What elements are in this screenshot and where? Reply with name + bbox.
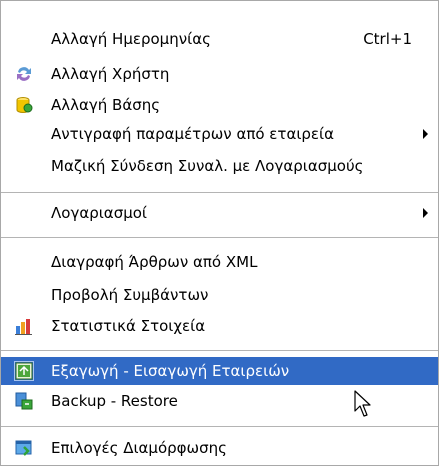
menu-item-export-import[interactable]: Εξαγωγή - Εισαγωγή Εταιρειών bbox=[1, 357, 438, 385]
menu-item-accounts[interactable]: Λογαριασμοί bbox=[1, 199, 438, 227]
context-menu: Αλλαγή Ημερομηνίας Ctrl+1 Αλλαγή Χρήστη … bbox=[0, 0, 439, 466]
menu-item-label: Εξαγωγή - Εισαγωγή Εταιρειών bbox=[51, 362, 290, 380]
menu-item-label: Αλλαγή Βάσης bbox=[51, 96, 161, 114]
export-import-icon bbox=[14, 361, 34, 381]
menu-separator bbox=[1, 192, 438, 193]
menu-item-label: Backup - Restore bbox=[51, 392, 178, 410]
menu-item-delete-xml[interactable]: Διαγραφή Άρθρων από XML bbox=[1, 248, 438, 276]
menu-separator bbox=[1, 426, 438, 427]
menu-separator bbox=[1, 350, 438, 351]
menu-item-label: Στατιστικά Στοιχεία bbox=[51, 317, 206, 335]
menu-item-view-events[interactable]: Προβολή Συμβάντων bbox=[1, 281, 438, 309]
statistics-icon bbox=[15, 319, 32, 335]
mouse-cursor-icon bbox=[354, 390, 371, 417]
submenu-arrow-icon bbox=[423, 208, 428, 218]
menu-item-label: Λογαριασμοί bbox=[51, 204, 147, 222]
menu-item-change-date[interactable]: Αλλαγή Ημερομηνίας Ctrl+1 bbox=[1, 25, 438, 53]
shortcut-label: Ctrl+1 bbox=[363, 30, 412, 48]
menu-item-configuration-options[interactable]: Επιλογές Διαμόρφωσης bbox=[1, 434, 438, 462]
backup-icon bbox=[15, 392, 33, 410]
menu-item-copy-parameters[interactable]: Αντιγραφή παραμέτρων από εταιρεία bbox=[1, 120, 438, 148]
submenu-arrow-icon bbox=[423, 129, 428, 139]
menu-item-label: Μαζική Σύνδεση Συναλ. με Λογαριασμούς bbox=[51, 157, 364, 175]
database-icon bbox=[16, 97, 33, 113]
menu-item-label: Επιλογές Διαμόρφωσης bbox=[51, 439, 227, 457]
menu-separator bbox=[1, 237, 438, 238]
menu-item-change-user[interactable]: Αλλαγή Χρήστη bbox=[1, 60, 438, 88]
menu-item-label: Αντιγραφή παραμέτρων από εταιρεία bbox=[51, 125, 335, 143]
menu-item-statistics[interactable]: Στατιστικά Στοιχεία bbox=[1, 312, 438, 340]
menu-item-change-database[interactable]: Αλλαγή Βάσης bbox=[1, 91, 438, 119]
menu-item-label: Προβολή Συμβάντων bbox=[51, 286, 209, 304]
menu-item-bulk-link[interactable]: Μαζική Σύνδεση Συναλ. με Λογαριασμούς bbox=[1, 152, 438, 180]
user-switch-icon bbox=[17, 67, 31, 81]
menu-item-label: Αλλαγή Χρήστη bbox=[51, 65, 170, 83]
menu-item-label: Διαγραφή Άρθρων από XML bbox=[51, 253, 258, 271]
settings-icon bbox=[15, 440, 32, 456]
menu-item-label: Αλλαγή Ημερομηνίας bbox=[51, 30, 211, 48]
